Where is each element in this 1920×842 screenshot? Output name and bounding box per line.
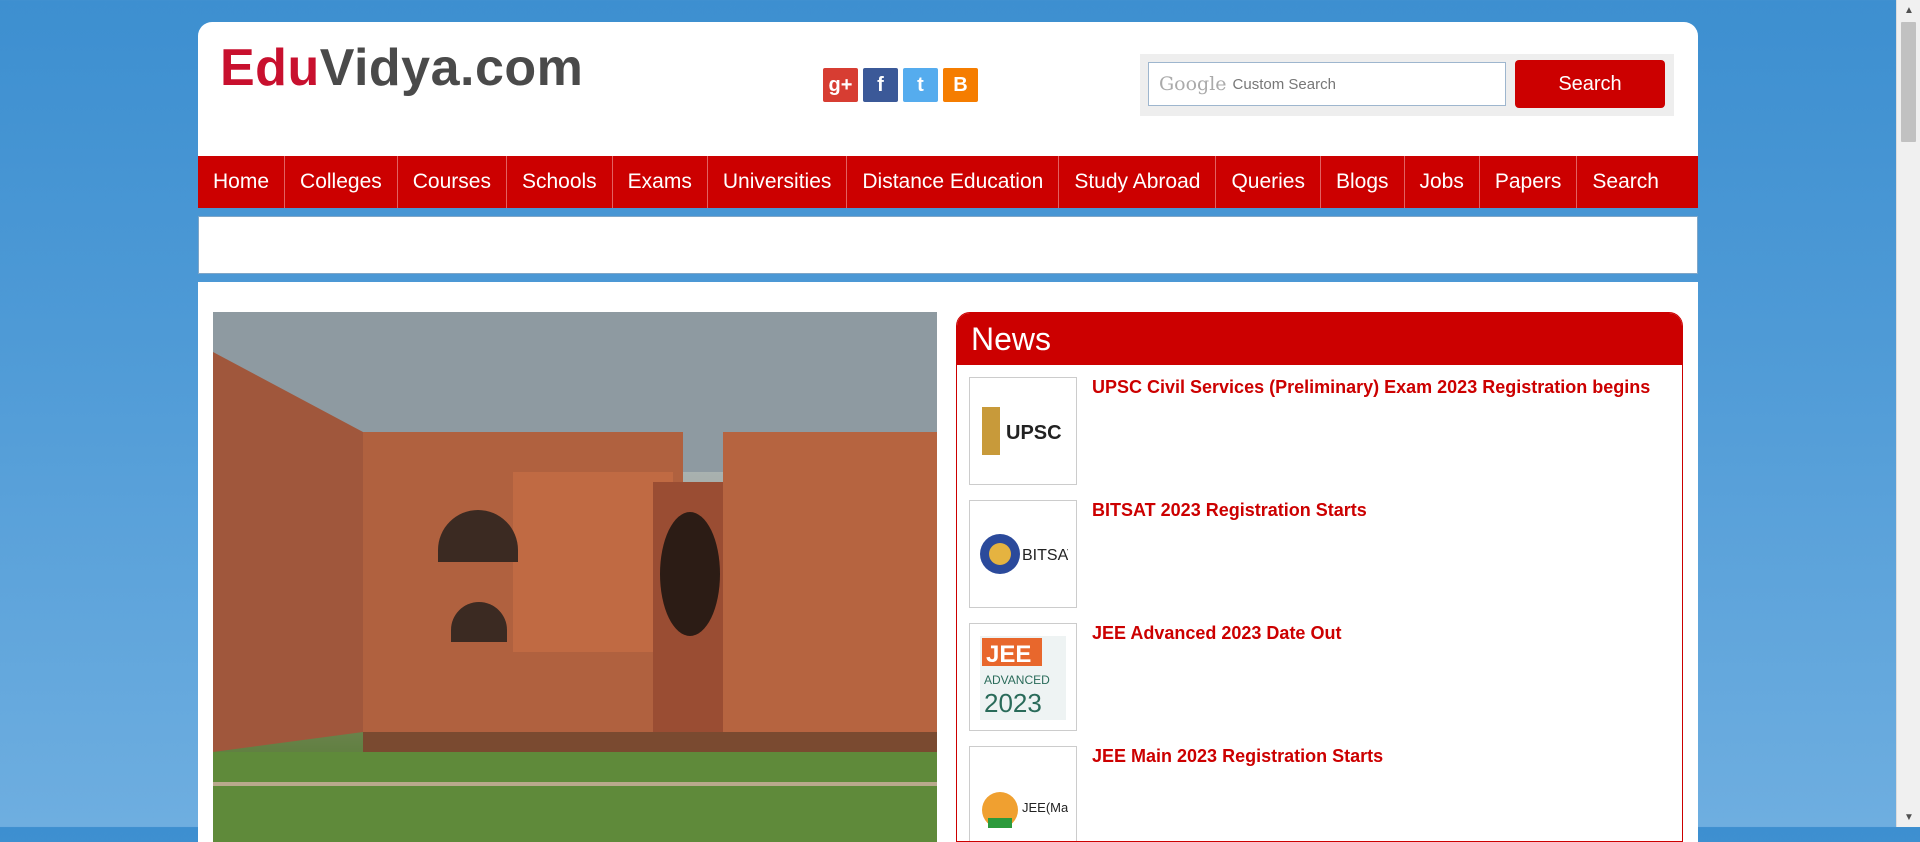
nav-item-queries[interactable]: Queries (1216, 156, 1321, 208)
jee-main-logo-icon: JEE(Main) (969, 746, 1077, 841)
nav-item-colleges[interactable]: Colleges (285, 156, 398, 208)
nav-item-search[interactable]: Search (1577, 156, 1674, 208)
news-item[interactable]: UPSC UPSC Civil Services (Preliminary) E… (957, 365, 1682, 488)
scroll-down-arrow-icon[interactable]: ▼ (1897, 807, 1920, 827)
news-item[interactable]: JEE(Main) JEE Main 2023 Registration Sta… (957, 734, 1682, 841)
svg-text:UPSC: UPSC (1006, 422, 1062, 444)
search-placeholder: Custom Search (1232, 75, 1336, 93)
svg-text:JEE(Main): JEE(Main) (1022, 800, 1068, 815)
nav-item-home[interactable]: Home (198, 156, 286, 208)
news-panel: News UPSC UPSC Civil Services (Prelimina… (956, 312, 1683, 842)
facebook-icon[interactable]: f (863, 68, 898, 102)
google-brand-label: Google (1159, 73, 1227, 95)
campus-building-illustration (213, 312, 937, 842)
news-title[interactable]: JEE Main 2023 Registration Starts (1092, 746, 1383, 767)
facebook-glyph: f (877, 73, 884, 96)
scroll-up-arrow-icon[interactable]: ▲ (1897, 0, 1920, 20)
ad-banner-area (198, 216, 1698, 274)
main-nav: Home Colleges Courses Schools Exams Univ… (198, 156, 1698, 208)
svg-text:ADVANCED: ADVANCED (984, 673, 1050, 687)
twitter-glyph: t (917, 73, 924, 96)
google-plus-glyph: g+ (828, 73, 853, 96)
nav-item-schools[interactable]: Schools (507, 156, 613, 208)
news-item[interactable]: BITSAT BITSAT 2023 Registration Starts (957, 488, 1682, 611)
nav-item-exams[interactable]: Exams (613, 156, 708, 208)
logo-part-vidya: Vidya.com (319, 39, 584, 97)
news-title[interactable]: UPSC Civil Services (Preliminary) Exam 2… (1092, 377, 1650, 398)
svg-text:JEE: JEE (986, 641, 1031, 668)
svg-text:2023: 2023 (984, 688, 1042, 718)
search-button[interactable]: Search (1515, 60, 1665, 108)
custom-search-box: Google Custom Search Search (1140, 54, 1674, 116)
jee-advanced-logo-icon: JEE ADVANCED 2023 (969, 623, 1077, 731)
site-logo[interactable]: EduVidya.com (220, 38, 583, 98)
search-input[interactable]: Google Custom Search (1148, 62, 1506, 106)
nav-item-papers[interactable]: Papers (1480, 156, 1578, 208)
main-content: News UPSC UPSC Civil Services (Prelimina… (198, 282, 1698, 842)
bitsat-logo-icon: BITSAT (969, 500, 1077, 608)
campus-hero-image[interactable] (213, 312, 937, 842)
scrollbar-thumb[interactable] (1901, 22, 1916, 142)
nav-item-blogs[interactable]: Blogs (1321, 156, 1405, 208)
vertical-scrollbar[interactable]: ▲ ▼ (1896, 0, 1920, 827)
social-links: g+ f t B (823, 68, 978, 102)
blogger-glyph: B (953, 73, 968, 96)
nav-item-study-abroad[interactable]: Study Abroad (1059, 156, 1217, 208)
page-wrapper: EduVidya.com g+ f t B Google Custom Sear… (198, 22, 1698, 842)
twitter-icon[interactable]: t (903, 68, 938, 102)
upsc-logo-icon: UPSC (969, 377, 1077, 485)
site-header: EduVidya.com g+ f t B Google Custom Sear… (198, 22, 1698, 156)
news-title[interactable]: BITSAT 2023 Registration Starts (1092, 500, 1367, 521)
google-plus-icon[interactable]: g+ (823, 68, 858, 102)
news-heading: News (957, 313, 1682, 365)
news-title[interactable]: JEE Advanced 2023 Date Out (1092, 623, 1341, 644)
blogger-icon[interactable]: B (943, 68, 978, 102)
nav-item-universities[interactable]: Universities (708, 156, 848, 208)
nav-item-courses[interactable]: Courses (398, 156, 507, 208)
svg-text:BITSAT: BITSAT (1022, 547, 1068, 564)
logo-part-edu: Edu (220, 39, 320, 97)
nav-item-jobs[interactable]: Jobs (1405, 156, 1480, 208)
nav-item-distance-education[interactable]: Distance Education (847, 156, 1060, 208)
news-item[interactable]: JEE ADVANCED 2023 JEE Advanced 2023 Date… (957, 611, 1682, 734)
